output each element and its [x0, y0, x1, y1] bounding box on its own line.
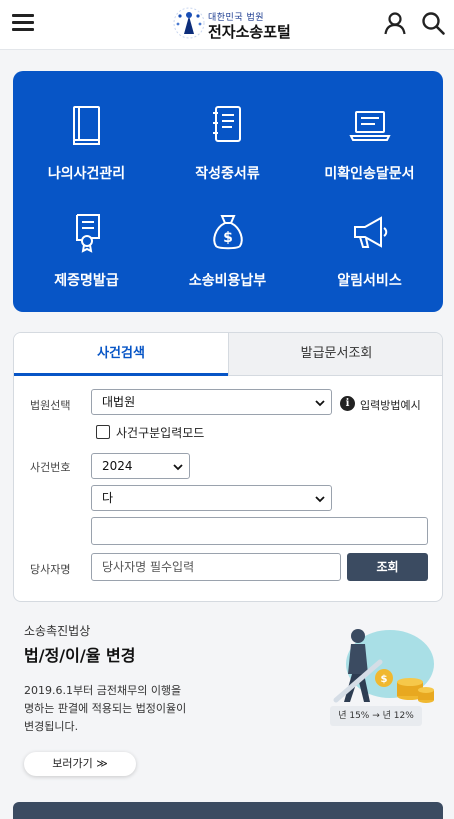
rate-after-label: 년 [382, 711, 394, 721]
menu-certificate[interactable]: 제증명발급 [15, 178, 158, 289]
arrow-right-icon: → [372, 711, 383, 721]
rate-before-label: 년 [338, 711, 350, 721]
hamburger-menu-icon[interactable] [12, 12, 36, 34]
view-more-button[interactable]: 보러가기 ≫ [24, 752, 136, 776]
banner-title: 법/정/이/율 변경 [24, 646, 136, 665]
menu-pay-costs[interactable]: $ 소송비용납부 [156, 178, 299, 289]
logo-title: 전자소송포털 [208, 23, 291, 41]
top-header: 대한민국 법원 전자소송포털 [0, 0, 454, 50]
menu-notifications[interactable]: 알림서비스 [298, 178, 441, 289]
menu-label: 알림서비스 [337, 273, 402, 289]
case-serial-input[interactable] [91, 517, 428, 545]
megaphone-icon [353, 216, 387, 248]
case-type-mode-label: 사건구분입력모드 [116, 426, 205, 440]
rate-after: 12% [393, 711, 414, 721]
menu-label: 소송비용납부 [188, 273, 267, 289]
party-name-input[interactable]: 당사자명 필수입력 [91, 553, 341, 581]
quick-menu-panel: 나의사건관리 작성중서류 미확인송달문서 제증명발급 $ 소송비용납부 알림서비… [13, 71, 443, 312]
court-select-label: 법원선택 [30, 399, 71, 412]
money-bag-icon: $ [212, 215, 243, 250]
menu-drafts[interactable]: 작성중서류 [156, 71, 299, 182]
case-search-panel: 사건검색 발급문서조회 법원선택 대법원 i 입력방법예시 사건구분입력모드 사… [13, 332, 443, 602]
search-icon[interactable] [420, 10, 446, 36]
case-year-value: 2024 [102, 459, 133, 473]
menu-unconfirmed-docs[interactable]: 미확인송달문서 [298, 71, 441, 182]
chevron-down-icon [315, 496, 325, 503]
menu-label: 제증명발급 [54, 273, 119, 289]
chevron-down-icon [315, 400, 325, 407]
banner-desc-line: 2019.6.1부터 금전채무의 이행을 [24, 684, 182, 697]
tab-issued-doc-lookup[interactable]: 발급문서조회 [228, 333, 442, 376]
rate-change-pill: 년 15% → 년 12% [330, 706, 422, 726]
banner-desc-line: 변경됩니다. [24, 720, 79, 733]
svg-text:$: $ [223, 230, 233, 246]
banner-description: 2019.6.1부터 금전채무의 이행을 명하는 판결에 적용되는 법정이율이 … [24, 682, 224, 736]
user-icon[interactable] [382, 10, 408, 36]
banner-subtitle: 소송촉진법상 [24, 624, 91, 638]
laptop-icon [348, 111, 391, 141]
certificate-icon [75, 214, 100, 253]
party-name-label: 당사자명 [30, 563, 71, 576]
input-example-help[interactable]: i 입력방법예시 [340, 395, 436, 413]
court-logo-icon [173, 7, 205, 39]
rate-before: 15% [349, 711, 370, 721]
menu-my-case[interactable]: 나의사건관리 [15, 71, 158, 182]
query-button[interactable]: 조회 [347, 553, 428, 581]
info-icon: i [340, 396, 355, 411]
bottom-bar [13, 802, 443, 819]
notebook-icon [212, 106, 241, 142]
court-select-value: 대법원 [102, 395, 136, 409]
book-icon [72, 106, 100, 145]
case-year-select[interactable]: 2024 [91, 453, 190, 479]
chevron-down-icon [173, 464, 183, 471]
svg-text:$: $ [381, 674, 388, 685]
case-type-value: 다 [102, 491, 114, 505]
tab-case-search[interactable]: 사건검색 [14, 333, 228, 376]
case-type-select[interactable]: 다 [91, 485, 332, 511]
site-logo[interactable]: 대한민국 법원 전자소송포털 [172, 4, 292, 44]
court-select[interactable]: 대법원 [91, 389, 332, 415]
legal-rate-banner: 소송촉진법상 법/정/이/율 변경 2019.6.1부터 금전채무의 이행을 명… [0, 602, 454, 802]
case-type-mode-checkbox[interactable] [96, 425, 110, 439]
banner-desc-line: 명하는 판결에 적용되는 법정이율이 [24, 702, 187, 715]
case-number-label: 사건번호 [30, 461, 71, 474]
input-example-link: 입력방법예시 [360, 399, 421, 412]
